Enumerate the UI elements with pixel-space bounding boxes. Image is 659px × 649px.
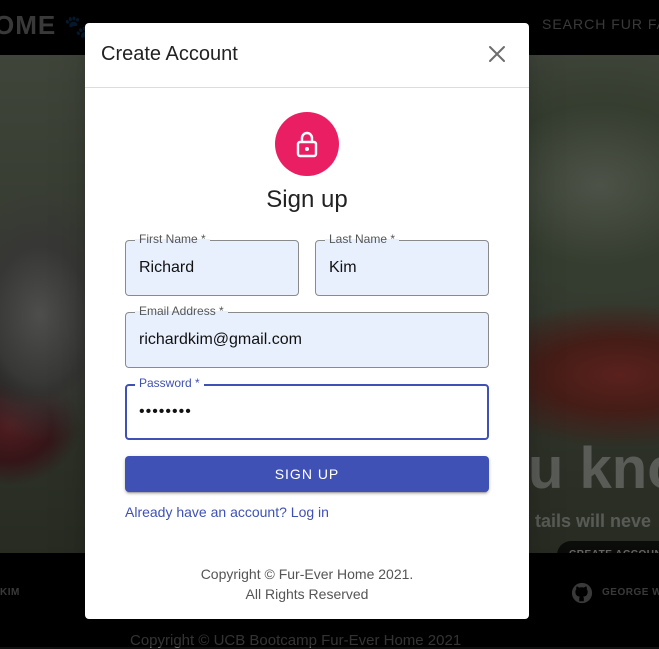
first-name-value: Richard [139,259,195,276]
email-label: Email Address * [135,304,228,318]
password-label: Password * [135,376,204,390]
email-value: richardkim@gmail.com [139,331,302,348]
sign-up-button[interactable]: SIGN UP [125,456,489,492]
last-name-label: Last Name * [325,232,400,246]
sign-up-heading: Sign up [266,186,348,213]
last-name-field[interactable]: Last Name * Kim [315,232,489,296]
avatar [275,112,339,176]
copyright-line-1: Copyright © Fur-Ever Home 2021. [200,566,414,582]
email-field[interactable]: Email Address * richardkim@gmail.com [125,304,489,368]
first-name-label: First Name * [135,232,210,246]
dialog-header: Create Account [85,23,529,88]
first-name-field[interactable]: First Name * Richard [125,232,299,296]
dialog-copyright: Copyright © Fur-Ever Home 2021. All Righ… [85,564,529,604]
lock-icon [296,131,318,158]
dialog-title: Create Account [101,43,238,65]
create-account-dialog: Create Account Sign up First Name * Rich… [85,23,529,619]
close-button[interactable] [483,40,511,68]
copyright-line-2: All Rights Reserved [245,586,369,602]
last-name-value: Kim [329,259,357,276]
password-value: •••••••• [139,403,192,420]
password-field[interactable]: Password * •••••••• [125,376,489,440]
login-link[interactable]: Already have an account? Log in [125,504,329,520]
close-icon [489,46,505,62]
